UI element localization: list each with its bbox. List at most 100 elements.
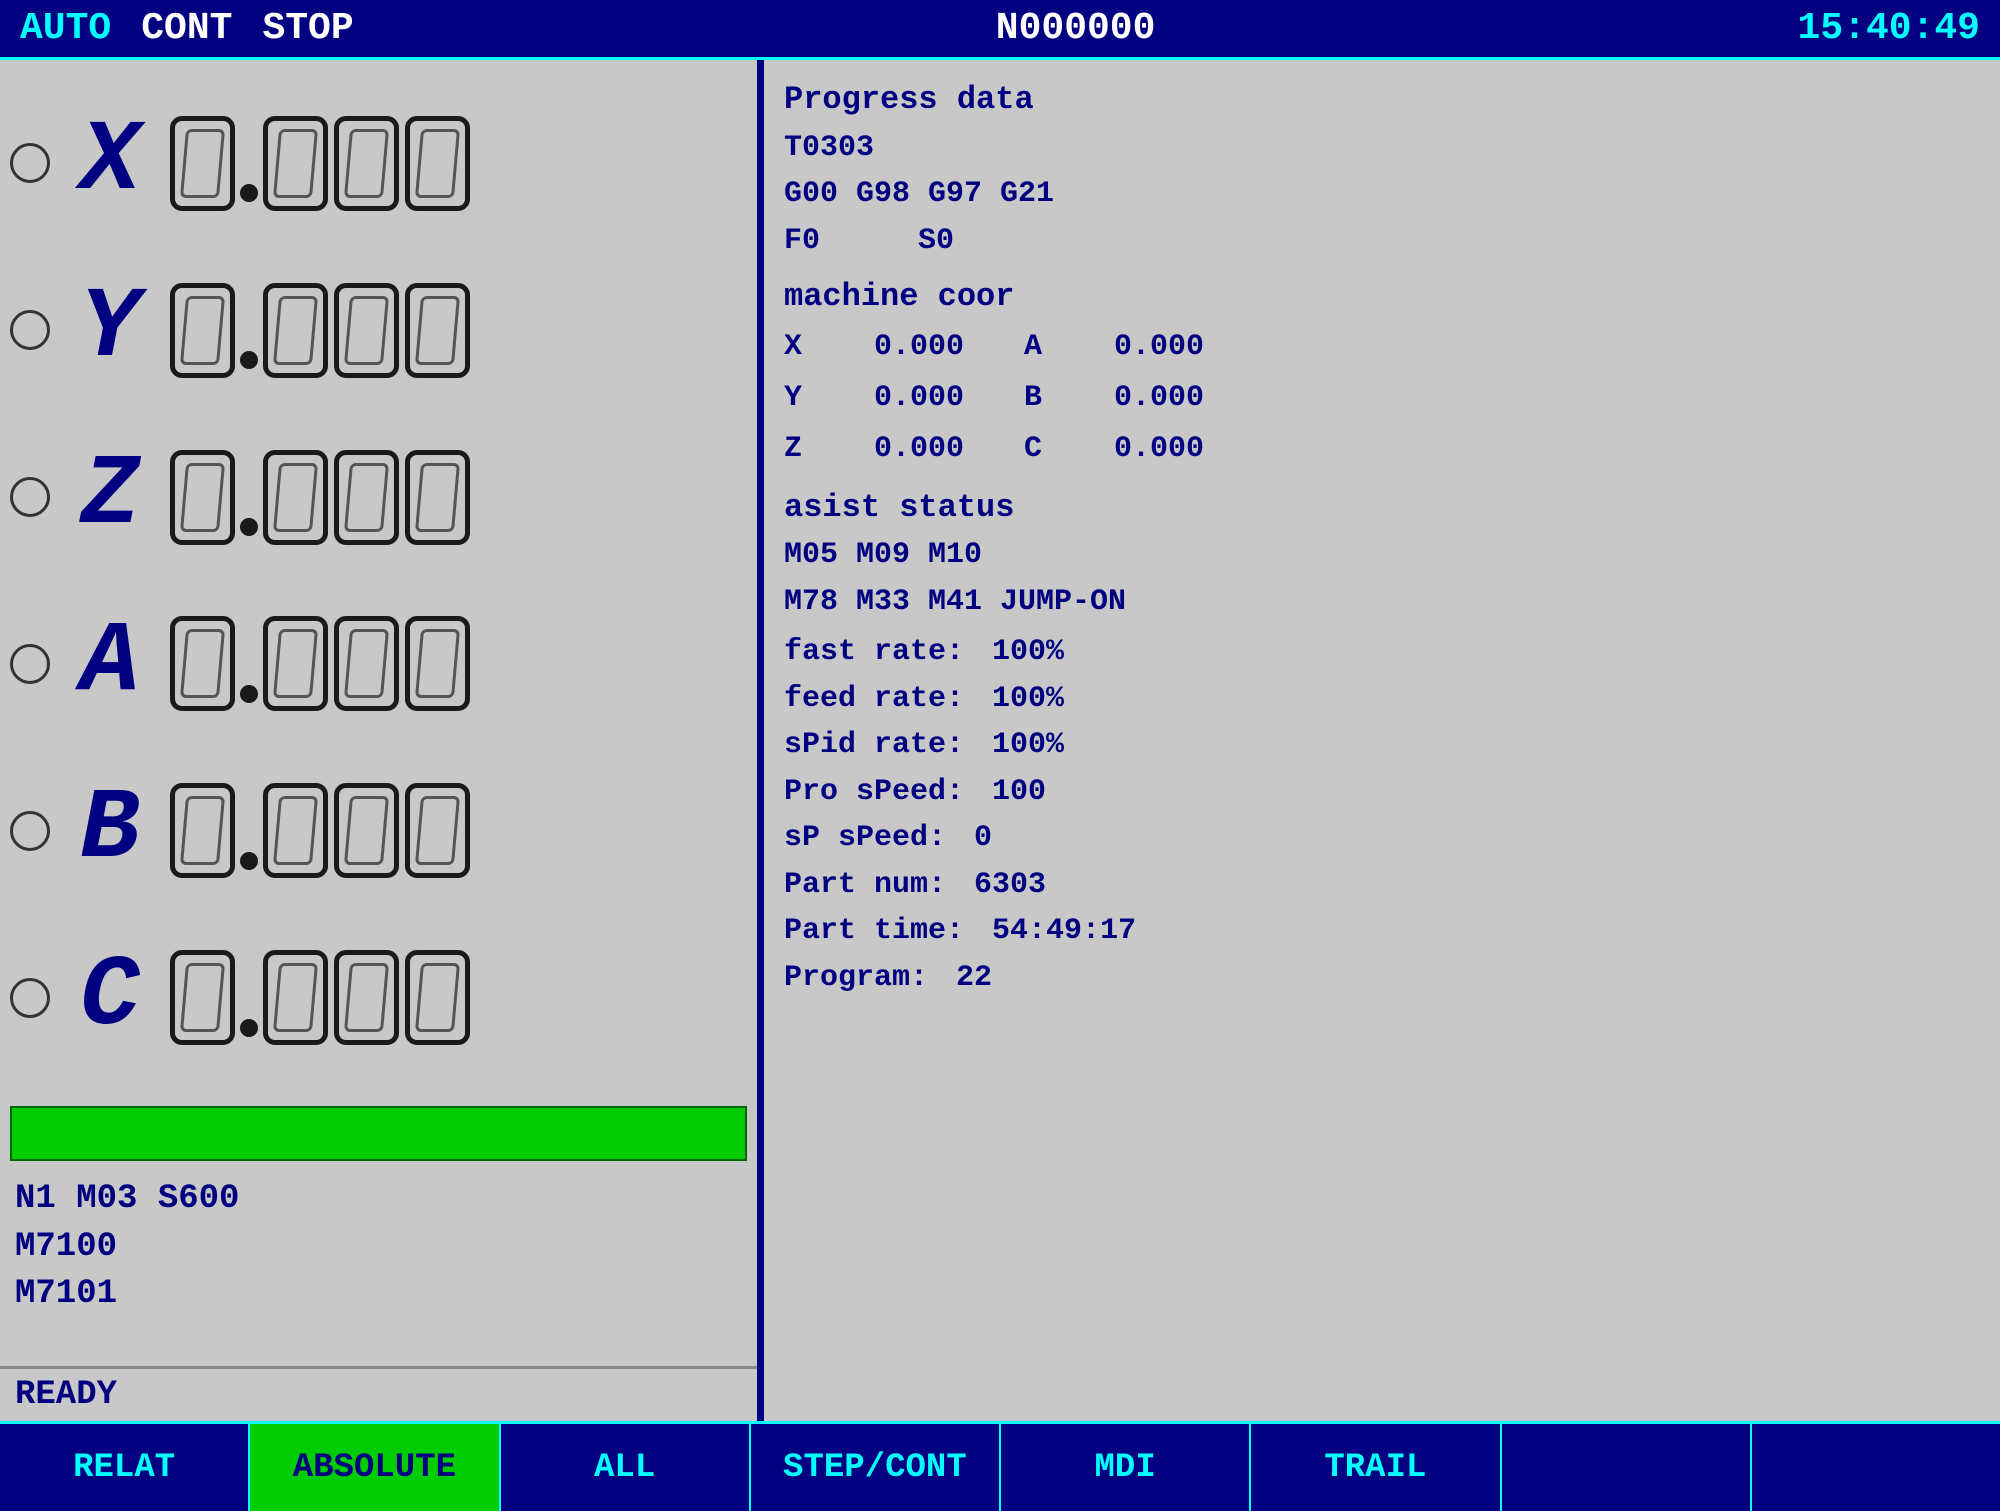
digit-x-w1 xyxy=(170,116,235,211)
left-panel: X Y xyxy=(0,60,760,1421)
coord-axis-b: B xyxy=(1024,373,1064,424)
axis-circle-b xyxy=(10,811,50,851)
axis-value-y xyxy=(170,283,470,378)
coord-row-x: X 0.000 A 0.000 xyxy=(784,322,1980,373)
tab-mdi-label: MDI xyxy=(1095,1449,1156,1487)
digit-x-d3 xyxy=(405,116,470,211)
program-label: Program: xyxy=(784,961,928,995)
fast-rate-row: fast rate: 100% xyxy=(784,629,1980,676)
axis-display: X Y xyxy=(0,60,757,1101)
tab-absolute[interactable]: ABSOLUTE xyxy=(250,1424,500,1511)
axis-circle-a xyxy=(10,644,50,684)
digit-y-d1 xyxy=(263,283,328,378)
decimal-dot-b xyxy=(240,852,258,870)
axis-row-x: X xyxy=(10,113,747,213)
decimal-dot-x xyxy=(240,184,258,202)
progress-bar xyxy=(10,1106,747,1161)
tab-stepcont-label: STEP/CONT xyxy=(783,1449,967,1487)
axis-label-c: C xyxy=(65,948,155,1048)
header-left: AUTO CONT STOP xyxy=(20,7,354,50)
part-num-label: Part num: xyxy=(784,868,946,902)
axis-circle-x xyxy=(10,143,50,183)
coord-axis-z: Z xyxy=(784,424,824,475)
digit-b-d3 xyxy=(405,783,470,878)
tab-relat-label: RELAT xyxy=(73,1449,175,1487)
coord-axis-y: Y xyxy=(784,373,824,424)
axis-label-x: X xyxy=(65,113,155,213)
coord-row-z: Z 0.000 C 0.000 xyxy=(784,424,1980,475)
sp-speed-row: sP sPeed: 0 xyxy=(784,815,1980,862)
spid-rate-label: sPid rate: xyxy=(784,728,964,762)
digit-c-w1 xyxy=(170,950,235,1045)
assist-status-label: asist status xyxy=(784,483,1980,533)
axis-circle-y xyxy=(10,310,50,350)
header-bar: AUTO CONT STOP N000000 15:40:49 xyxy=(0,0,2000,60)
part-num-row: Part num: 6303 xyxy=(784,862,1980,909)
coord-axis-c: C xyxy=(1024,424,1064,475)
digit-y-d3 xyxy=(405,283,470,378)
status-bar: READY xyxy=(0,1366,757,1421)
digit-z-d1 xyxy=(263,450,328,545)
part-time-label: Part time: xyxy=(784,914,964,948)
tab-absolute-label: ABSOLUTE xyxy=(293,1449,456,1487)
digit-group-dec-y xyxy=(263,283,470,378)
gcode-line-2: M7100 xyxy=(15,1224,742,1272)
cont-label: CONT xyxy=(141,7,232,50)
digit-group-whole-y xyxy=(170,283,235,378)
digit-z-d3 xyxy=(405,450,470,545)
pro-speed-value: 100 xyxy=(992,775,1046,809)
spid-rate-value: 100% xyxy=(992,728,1064,762)
digit-c-d3 xyxy=(405,950,470,1045)
coord-axis-a: A xyxy=(1024,322,1064,373)
axis-label-a: A xyxy=(65,614,155,714)
mode-label: AUTO xyxy=(20,7,111,50)
axis-value-z xyxy=(170,450,470,545)
tab-relat[interactable]: RELAT xyxy=(0,1424,250,1511)
fs-codes: F0 S0 xyxy=(784,218,1980,265)
tab-stepcont[interactable]: STEP/CONT xyxy=(751,1424,1001,1511)
pro-speed-row: Pro sPeed: 100 xyxy=(784,769,1980,816)
axis-value-c xyxy=(170,950,470,1045)
fast-rate-value: 100% xyxy=(992,635,1064,669)
program-row: Program: 22 xyxy=(784,955,1980,1002)
axis-row-c: C xyxy=(10,948,747,1048)
part-num-value: 6303 xyxy=(974,868,1046,902)
coord-val-a: 0.000 xyxy=(1064,322,1204,373)
tab-mdi[interactable]: MDI xyxy=(1001,1424,1251,1511)
decimal-dot-z xyxy=(240,518,258,536)
digit-c-d1 xyxy=(263,950,328,1045)
axis-row-y: Y xyxy=(10,280,747,380)
clock-display: 15:40:49 xyxy=(1798,7,1980,50)
digit-group-dec-x xyxy=(263,116,470,211)
coord-row-y: Y 0.000 B 0.000 xyxy=(784,373,1980,424)
part-time-value: 54:49:17 xyxy=(992,914,1136,948)
digit-a-d2 xyxy=(334,616,399,711)
digit-group-whole-x xyxy=(170,116,235,211)
sp-speed-value: 0 xyxy=(974,821,992,855)
s-label: S0 xyxy=(918,224,954,258)
coord-val-b: 0.000 xyxy=(1064,373,1204,424)
digit-y-w1 xyxy=(170,283,235,378)
digit-b-d2 xyxy=(334,783,399,878)
coord-val-y: 0.000 xyxy=(824,373,964,424)
m-codes-row1: M05 M09 M10 xyxy=(784,532,1980,579)
digit-a-d1 xyxy=(263,616,328,711)
gcode-line-3: M7101 xyxy=(15,1271,742,1319)
digit-group-whole-a xyxy=(170,616,235,711)
feed-rate-row: feed rate: 100% xyxy=(784,676,1980,723)
axis-circle-c xyxy=(10,978,50,1018)
main-content: X Y xyxy=(0,60,2000,1421)
digit-a-d3 xyxy=(405,616,470,711)
tab-trail[interactable]: TRAIL xyxy=(1251,1424,1501,1511)
decimal-dot-a xyxy=(240,685,258,703)
program-value: 22 xyxy=(956,961,992,995)
tab-empty-2 xyxy=(1752,1424,2000,1511)
axis-circle-z xyxy=(10,477,50,517)
digit-a-w1 xyxy=(170,616,235,711)
digit-y-d2 xyxy=(334,283,399,378)
digit-group-dec-a xyxy=(263,616,470,711)
tool-info: T0303 xyxy=(784,125,1980,172)
tab-all[interactable]: ALL xyxy=(501,1424,751,1511)
digit-group-dec-z xyxy=(263,450,470,545)
axis-row-a: A xyxy=(10,614,747,714)
